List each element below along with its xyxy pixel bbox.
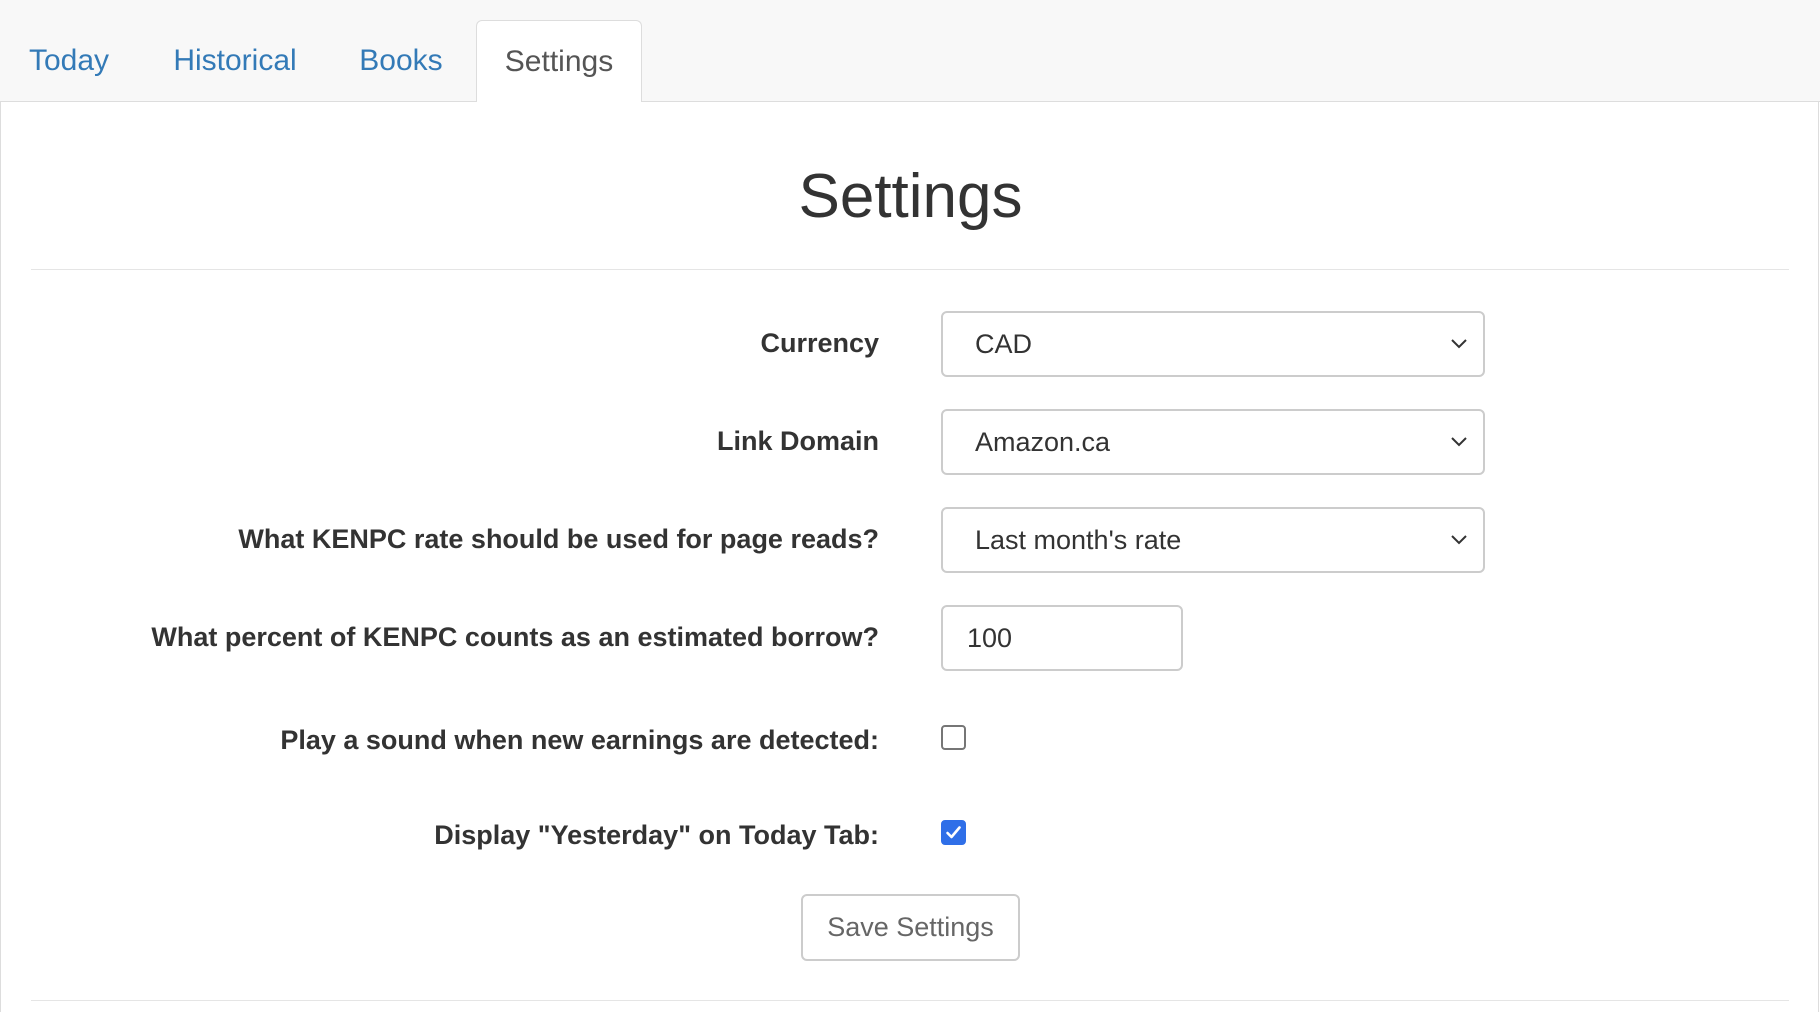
play-sound-label: Play a sound when new earnings are detec… xyxy=(280,725,879,755)
currency-selected-value: CAD xyxy=(975,329,1033,359)
page-title: Settings xyxy=(798,162,1023,231)
borrow-percent-input[interactable]: 100 xyxy=(941,605,1183,671)
kenpc-rate-select[interactable]: Last month's rate xyxy=(941,507,1485,573)
tab-bar: Today Historical Books Settings xyxy=(0,0,1820,103)
tab-today[interactable]: Today xyxy=(0,20,138,103)
kenpc-rate-label: What KENPC rate should be used for page … xyxy=(238,524,879,554)
kenpc-rate-selected-value: Last month's rate xyxy=(975,525,1182,555)
tab-settings[interactable]: Settings xyxy=(476,20,642,103)
chevron-down-icon xyxy=(1451,339,1467,349)
chevron-down-icon xyxy=(1451,535,1467,545)
play-sound-checkbox[interactable] xyxy=(941,725,966,750)
currency-label: Currency xyxy=(760,328,879,358)
bottom-divider xyxy=(31,1000,1789,1001)
display-yesterday-checkbox[interactable] xyxy=(941,820,966,845)
borrow-percent-label: What percent of KENPC counts as an estim… xyxy=(151,622,879,652)
link-domain-selected-value: Amazon.ca xyxy=(975,427,1111,457)
tab-historical[interactable]: Historical xyxy=(150,20,320,103)
link-domain-select[interactable]: Amazon.ca xyxy=(941,409,1485,475)
title-divider xyxy=(31,269,1789,270)
tab-books[interactable]: Books xyxy=(336,20,466,103)
checkmark-icon xyxy=(946,826,961,839)
settings-panel: Settings Currency CAD Link Domain Amazon… xyxy=(0,102,1819,1012)
save-settings-button[interactable]: Save Settings xyxy=(801,894,1020,961)
chevron-down-icon xyxy=(1451,437,1467,447)
link-domain-label: Link Domain xyxy=(716,426,879,456)
display-yesterday-label: Display "Yesterday" on Today Tab: xyxy=(434,820,879,850)
currency-select[interactable]: CAD xyxy=(941,311,1485,377)
